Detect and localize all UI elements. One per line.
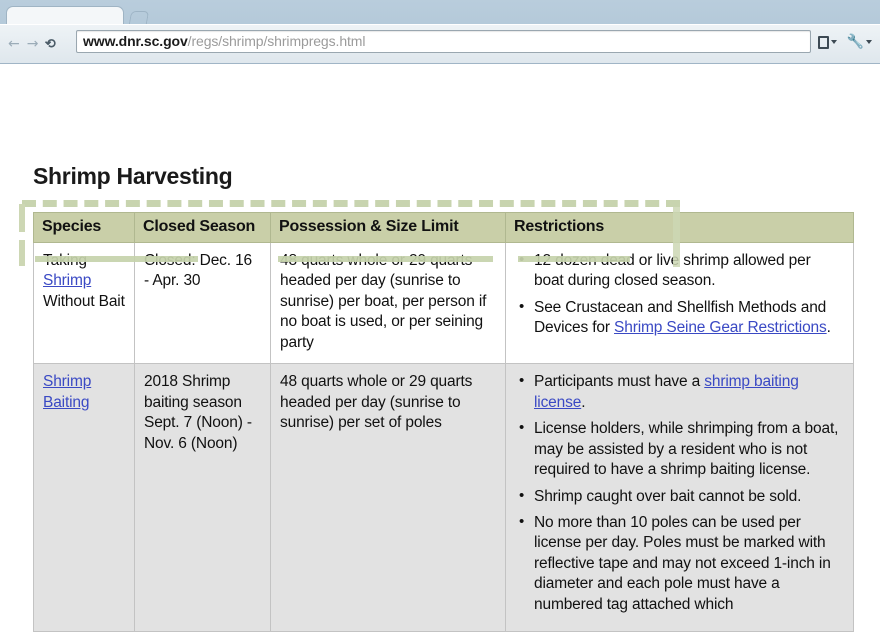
reload-icon[interactable]: ⟳ [45, 36, 56, 51]
back-arrow-icon[interactable]: ← [8, 37, 20, 51]
list-item: 12 dozen dead or live shrimp allowed per… [519, 250, 844, 292]
chevron-down-icon [866, 40, 872, 44]
list-item: Participants must have a shrimp baiting … [519, 371, 844, 413]
address-bar[interactable]: www.dnr.sc.gov/regs/shrimp/shrimpregs.ht… [76, 30, 811, 53]
column-header-restrictions: Restrictions [505, 212, 854, 243]
cell-possession-limit: 48 quarts whole or 29 quarts headed per … [270, 241, 506, 365]
forward-arrow-icon[interactable]: → [27, 37, 39, 51]
wrench-menu-button[interactable]: 🔧 [846, 33, 872, 50]
toolbar-icons: 🔧 [817, 31, 872, 53]
url-path: /regs/shrimp/shrimpregs.html [187, 33, 366, 49]
cell-restrictions: 12 dozen dead or live shrimp allowed per… [505, 241, 854, 365]
restriction-text: No more than 10 poles can be used per li… [534, 513, 831, 613]
new-tab-button[interactable] [128, 9, 150, 23]
cell-species: Taking Shrimp Without Bait [33, 241, 135, 365]
browser-chrome: ← → ⟳ www.dnr.sc.gov/regs/shrimp/shrimpr… [0, 0, 880, 64]
cell-closed-season: Closed: Dec. 16 - Apr. 30 [134, 241, 271, 365]
column-header-species: Species [33, 212, 135, 243]
species-prefix: Taking [43, 252, 87, 269]
restriction-text: Participants must have a [534, 373, 705, 391]
page-viewport: Shrimp Harvesting Species Closed Season … [0, 64, 880, 635]
restriction-text: 12 dozen dead or live shrimp allowed per… [534, 252, 811, 290]
restriction-text-tail: . [581, 393, 586, 411]
cell-species: Shrimp Baiting [33, 363, 135, 633]
cell-possession-limit: 48 quarts whole or 29 quarts headed per … [270, 363, 506, 633]
page-title: Shrimp Harvesting [33, 163, 233, 189]
page-menu-button[interactable] [817, 35, 837, 49]
shrimp-seine-gear-restrictions-link[interactable]: Shrimp Seine Gear Restrictions [614, 319, 827, 336]
list-item: License holders, while shrimping from a … [519, 418, 844, 480]
column-header-possession-size-limit: Possession & Size Limit [270, 212, 506, 243]
cell-restrictions: Participants must have a shrimp baiting … [505, 363, 854, 633]
url-host: www.dnr.sc.gov [83, 33, 188, 49]
wrench-icon: 🔧 [846, 33, 864, 50]
column-header-closed-season: Closed Season [134, 212, 271, 243]
browser-toolbar: ← → ⟳ www.dnr.sc.gov/regs/shrimp/shrimpr… [0, 24, 880, 63]
list-item: See Crustacean and Shellfish Methods and… [519, 297, 844, 339]
navigation-buttons: ← → ⟳ [8, 33, 56, 55]
restriction-text: Shrimp caught over bait cannot be sold. [534, 487, 802, 505]
page-menu-icon [817, 35, 829, 49]
shrimp-baiting-link[interactable]: Shrimp Baiting [43, 373, 91, 410]
browser-tab-title [7, 7, 123, 10]
selection-marquee-left [19, 240, 25, 266]
restrictions-list: 12 dozen dead or live shrimp allowed per… [515, 250, 844, 339]
restriction-text-tail: . [826, 319, 831, 337]
list-item: Shrimp caught over bait cannot be sold. [519, 486, 844, 507]
table-row: Shrimp Baiting 2018 Shrimp baiting seaso… [33, 363, 854, 633]
table-row: Taking Shrimp Without Bait Closed: Dec. … [33, 241, 854, 365]
shrimp-link[interactable]: Shrimp [43, 272, 91, 289]
shrimp-regulations-table: Species Closed Season Possession & Size … [33, 212, 854, 633]
list-item: No more than 10 poles can be used per li… [519, 512, 844, 615]
chevron-down-icon [830, 40, 837, 44]
selection-marquee-top [22, 200, 680, 207]
cell-closed-season: 2018 Shrimp baiting season Sept. 7 (Noon… [134, 363, 271, 633]
restrictions-list: Participants must have a shrimp baiting … [515, 371, 844, 615]
restriction-text: License holders, while shrimping from a … [534, 420, 839, 479]
selection-marquee-left [19, 204, 25, 232]
browser-window: ← → ⟳ www.dnr.sc.gov/regs/shrimp/shrimpr… [0, 0, 880, 635]
table-header-row: Species Closed Season Possession & Size … [33, 212, 854, 243]
tab-strip [0, 0, 880, 28]
species-suffix: Without Bait [43, 292, 125, 310]
